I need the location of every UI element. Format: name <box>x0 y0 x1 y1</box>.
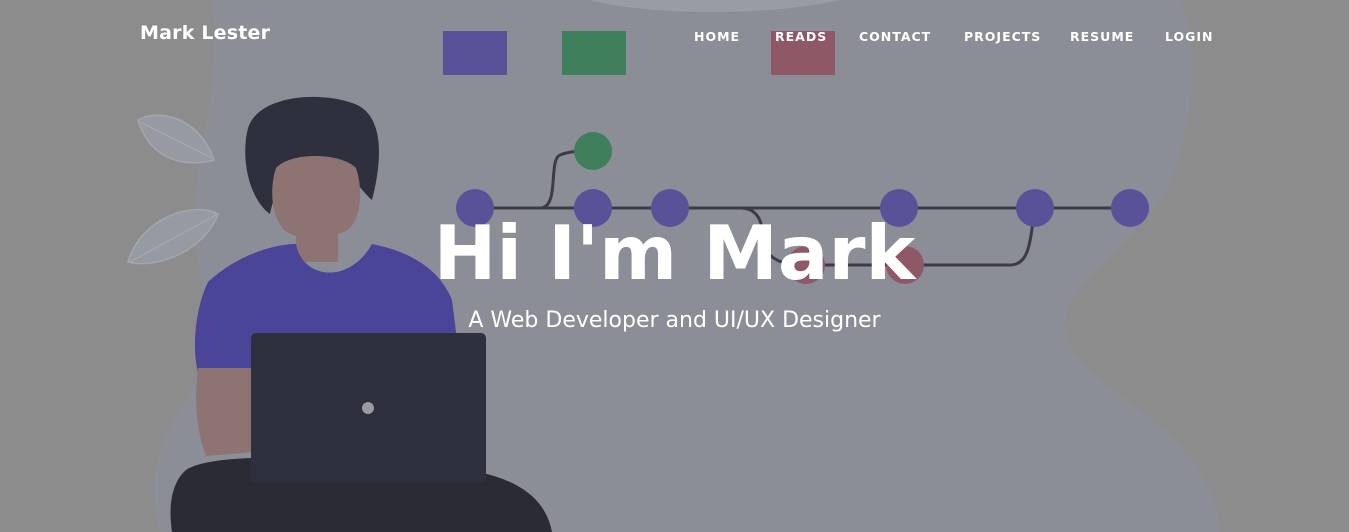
nav-item-home: HOME <box>694 26 775 45</box>
brand-logo[interactable]: Mark Lester <box>140 22 270 44</box>
leaf-top-icon <box>137 114 215 164</box>
hero-subtitle: A Web Developer and UI/UX Designer <box>468 308 881 333</box>
hero-title: Hi I'm Mark <box>433 209 916 297</box>
nav-link-projects[interactable]: PROJECTS <box>964 29 1041 44</box>
arm <box>196 368 254 456</box>
hero-section: Mark Lester HOME READS CONTACT PROJECTS … <box>0 0 1349 532</box>
nav-item-projects: PROJECTS <box>964 26 1070 45</box>
laptop-logo-icon <box>362 402 374 414</box>
indigo-square <box>443 31 507 75</box>
nav-item-resume: RESUME <box>1070 26 1165 45</box>
nav-item-login: LOGIN <box>1165 26 1225 45</box>
nav-link-login[interactable]: LOGIN <box>1165 29 1214 44</box>
nav-link-contact[interactable]: CONTACT <box>859 29 931 44</box>
nav-item-reads: READS <box>775 26 859 45</box>
nav-link-home[interactable]: HOME <box>694 29 740 44</box>
nav-item-contact: CONTACT <box>859 26 964 45</box>
nav-link-reads[interactable]: READS <box>775 29 827 44</box>
main-nav: HOME READS CONTACT PROJECTS RESUME LOGIN <box>694 26 1225 45</box>
green-square <box>562 31 626 75</box>
git-node <box>574 132 612 170</box>
nav-link-resume[interactable]: RESUME <box>1070 29 1134 44</box>
